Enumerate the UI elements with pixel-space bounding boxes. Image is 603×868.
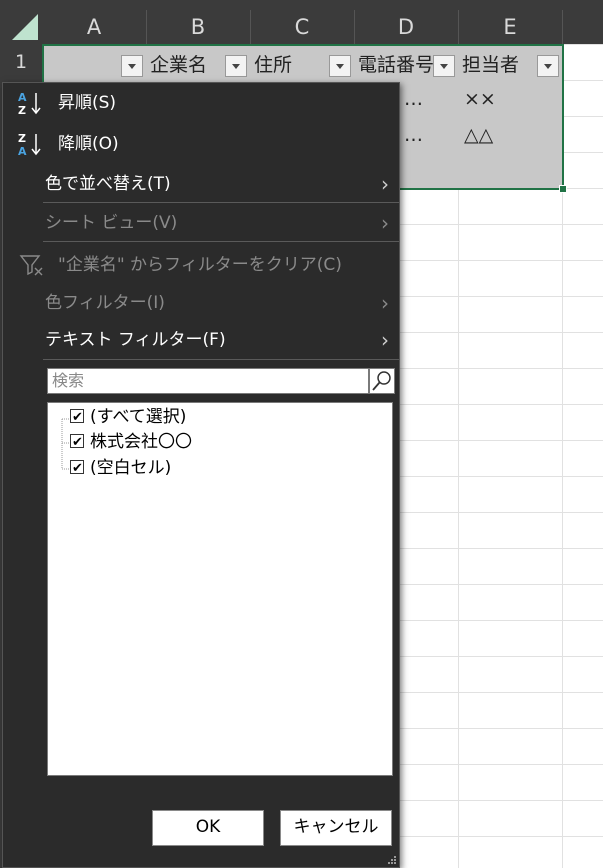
sort-descending-icon: Z A [18, 132, 41, 158]
checkbox-checked[interactable] [70, 431, 84, 455]
chevron-right-icon: › [381, 211, 389, 235]
sort-by-color-item[interactable]: 色で並べ替え(T) › [3, 166, 399, 202]
list-item-label: (すべて選択) [90, 407, 187, 427]
text-filter-label: テキスト フィルター(F) [45, 330, 226, 350]
sheet-view-item[interactable]: シート ビュー(V) › [3, 205, 399, 241]
cell-d1[interactable]: 電話番号 [358, 50, 434, 77]
clear-filter-icon [19, 255, 43, 276]
row-header-1[interactable]: 1 [0, 44, 42, 80]
clear-filter-label: "企業名" からフィルターをクリア(C) [58, 255, 342, 275]
ok-button[interactable]: OK [152, 810, 264, 846]
chevron-right-icon: › [381, 328, 389, 352]
sort-descending-label: 降順(O) [58, 134, 119, 154]
column-header-bar: A B C D E [0, 0, 603, 44]
cell-c1[interactable]: 住所 [254, 50, 326, 77]
sort-by-color-label: 色で並べ替え(T) [45, 174, 171, 194]
sort-descending-item[interactable]: Z A 降順(O) [3, 126, 399, 162]
resize-grip-icon[interactable] [387, 855, 397, 865]
filter-value-list: (すべて選択) 株式会社〇〇 (空白セル) [47, 402, 393, 776]
chevron-right-icon: › [381, 291, 389, 315]
filter-dropdown-d-button[interactable] [433, 55, 455, 77]
column-header-d[interactable]: D [354, 10, 459, 44]
column-header-e[interactable]: E [458, 10, 563, 44]
color-filter-label: 色フィルター(I) [45, 293, 165, 313]
cell-e3[interactable]: △△ [464, 124, 544, 146]
filter-dropdown-b-button[interactable] [225, 55, 247, 77]
text-filter-item[interactable]: テキスト フィルター(F) › [3, 322, 399, 358]
sheet-view-label: シート ビュー(V) [45, 213, 178, 233]
sort-ascending-label: 昇順(S) [58, 93, 117, 113]
filter-dropdown-e-button[interactable] [537, 55, 559, 77]
autofilter-menu: A Z 昇順(S) Z A 降順(O) 色で並べ替え(T) › シート ビュー(… [2, 82, 400, 868]
menu-divider [43, 202, 399, 203]
svg-text:Z: Z [18, 132, 26, 145]
svg-text:A: A [18, 91, 27, 104]
checkbox-checked[interactable] [70, 457, 84, 481]
filter-dropdown-a-button[interactable] [121, 55, 143, 77]
list-item-label: (空白セル) [90, 458, 172, 478]
sort-ascending-item[interactable]: A Z 昇順(S) [3, 85, 399, 121]
clear-filter-item[interactable]: "企業名" からフィルターをクリア(C) [3, 247, 399, 283]
svg-text:A: A [18, 145, 27, 158]
search-button[interactable] [369, 368, 395, 394]
column-header-c[interactable]: C [250, 10, 355, 44]
cell-b1[interactable]: 企業名 [150, 50, 222, 77]
column-header-b[interactable]: B [146, 10, 251, 44]
search-input[interactable]: 検索 [47, 368, 369, 394]
select-all-corner[interactable] [0, 10, 42, 44]
color-filter-item[interactable]: 色フィルター(I) › [3, 285, 399, 321]
cell-e1[interactable]: 担当者 [462, 50, 534, 77]
sort-ascending-icon: A Z [18, 91, 41, 117]
cancel-button[interactable]: キャンセル [280, 810, 392, 846]
fill-handle[interactable] [559, 185, 567, 193]
svg-text:Z: Z [18, 104, 26, 117]
cell-e2[interactable]: ×× [464, 88, 544, 110]
menu-divider [43, 359, 399, 360]
checkbox-checked[interactable] [70, 406, 84, 430]
chevron-right-icon: › [381, 172, 389, 196]
select-all-triangle-icon [12, 14, 38, 40]
search-icon [372, 371, 391, 391]
column-header-a[interactable]: A [42, 10, 147, 44]
filter-dropdown-c-button[interactable] [329, 55, 351, 77]
list-item-label: 株式会社〇〇 [90, 432, 192, 452]
menu-divider [43, 241, 399, 242]
